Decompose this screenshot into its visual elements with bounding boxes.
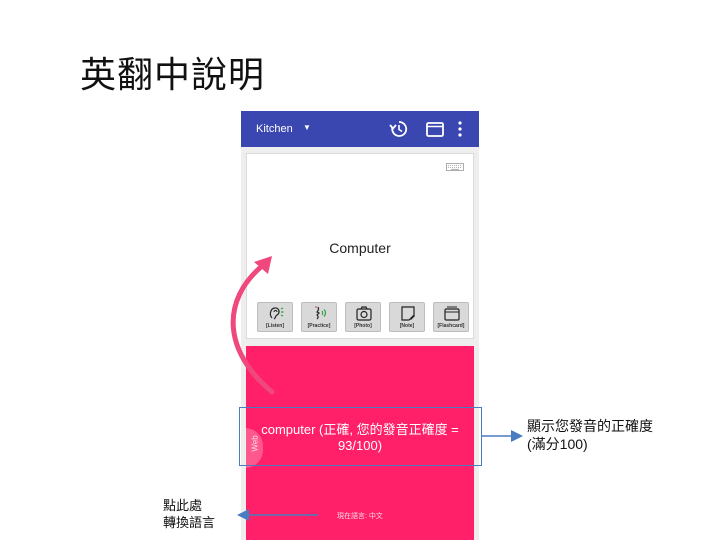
accuracy-note-line2: (滿分100): [527, 436, 588, 452]
history-icon[interactable]: [389, 119, 409, 139]
flashcard-icon: [444, 306, 460, 321]
accuracy-note: 顯示您發音的正確度 (滿分100): [527, 417, 653, 453]
practice-label: [Practice]: [307, 323, 331, 329]
chevron-down-icon[interactable]: ▼: [303, 123, 311, 132]
listen-button[interactable]: [Listen]: [257, 302, 293, 332]
language-note: 點此處 轉換語言: [163, 497, 215, 531]
accuracy-note-line1: 顯示您發音的正確度: [527, 418, 653, 434]
language-note-line1: 點此處: [163, 498, 203, 513]
slide-title: 英翻中說明: [80, 54, 266, 95]
language-selector[interactable]: Kitchen: [256, 123, 293, 135]
result-highlight-box: [239, 407, 482, 466]
more-vert-icon[interactable]: [457, 120, 463, 138]
tool-row: [Listen] [Practice] [Photo] [Note] [Flas…: [257, 302, 469, 332]
flashcard-label: [Flashcard]: [437, 323, 465, 329]
word-text: Computer: [329, 240, 391, 256]
note-button[interactable]: [Note]: [389, 302, 425, 332]
photo-label: [Photo]: [354, 323, 372, 329]
speak-icon: [315, 306, 327, 320]
listen-label: [Listen]: [265, 323, 285, 329]
keyboard-icon[interactable]: [446, 163, 464, 171]
note-label: [Note]: [399, 323, 415, 329]
ear-icon: [269, 307, 284, 320]
app-bar: Kitchen ▼: [241, 111, 479, 147]
phone-screenshot: Kitchen ▼ Computer [Listen] [Practice] […: [241, 111, 479, 540]
cards-icon[interactable]: [426, 121, 444, 137]
language-note-line2: 轉換語言: [163, 515, 216, 530]
practice-button[interactable]: [Practice]: [301, 302, 337, 332]
camera-icon: [356, 306, 372, 321]
photo-button[interactable]: [Photo]: [345, 302, 381, 332]
word-card: Computer [Listen] [Practice] [Photo] [No…: [246, 153, 474, 339]
note-icon: [401, 306, 415, 321]
flashcard-button[interactable]: [Flashcard]: [433, 302, 469, 332]
current-language-toggle[interactable]: 現在語言: 中文: [246, 511, 474, 521]
